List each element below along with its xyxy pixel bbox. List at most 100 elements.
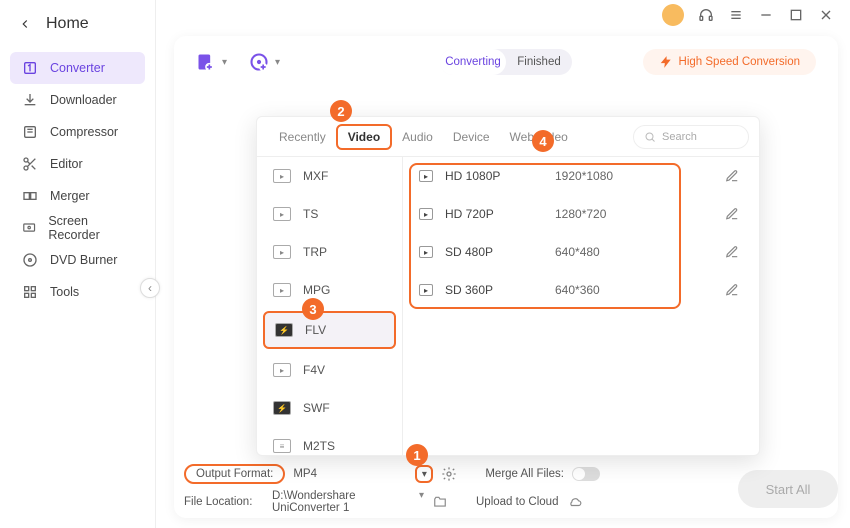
sidebar-item-merger[interactable]: Merger [0, 180, 155, 212]
sidebar-item-label: Tools [50, 285, 79, 299]
maximize-icon[interactable] [788, 7, 804, 23]
play-icon: ▸ [419, 170, 433, 182]
folder-icon[interactable] [432, 495, 448, 509]
file-location-value: D:\Wondershare UniConverter 1 [272, 490, 419, 514]
sidebar-item-downloader[interactable]: Downloader [0, 84, 155, 116]
format-item-mpg[interactable]: ▸ MPG [257, 271, 402, 309]
callout-badge-1: 1 [406, 444, 428, 466]
resolution-item[interactable]: ▸ SD 480P 640*480 [403, 233, 759, 271]
edit-icon[interactable] [725, 207, 739, 221]
file-icon: ▸ [273, 363, 291, 377]
tab-video[interactable]: Video [336, 124, 392, 150]
sidebar-item-label: Screen Recorder [48, 214, 133, 242]
add-file-dropdown[interactable]: ▾ [222, 57, 227, 68]
headset-icon[interactable] [698, 7, 714, 23]
tab-converting[interactable]: Converting [440, 49, 506, 75]
high-speed-button[interactable]: High Speed Conversion [643, 49, 816, 75]
toolbar: ▾ ▾ Converting Finished High Speed Conve… [174, 36, 838, 88]
file-location-dropdown[interactable]: D:\Wondershare UniConverter 1 ▾ [272, 490, 424, 515]
format-item-trp[interactable]: ▸ TRP [257, 233, 402, 271]
cloud-icon[interactable] [566, 495, 584, 509]
popup-tabs: Recently Video Audio Device Web Video Se… [257, 117, 759, 157]
format-item-ts[interactable]: ▸TS [257, 195, 402, 233]
format-item-flv[interactable]: ⚡FLV [263, 311, 396, 349]
format-item-m2ts[interactable]: ≡M2TS [257, 427, 402, 457]
play-icon: ▸ [419, 246, 433, 258]
file-location-label: File Location: [184, 496, 264, 508]
resolution-item[interactable]: ▸ HD 1080P 1920*1080 [403, 157, 759, 195]
file-icon: ▸ [273, 169, 291, 183]
format-list[interactable]: ▸ MXF ▸TS ▸ TRP ▸ MPG ⚡FLV ▸ F4V ⚡SWF ≡M2TS [257, 157, 403, 457]
back-icon [18, 17, 32, 31]
tab-audio[interactable]: Audio [392, 126, 443, 148]
tab-finished[interactable]: Finished [506, 49, 572, 75]
add-dvd-dropdown[interactable]: ▾ [275, 57, 280, 68]
callout-badge-3: 3 [302, 298, 324, 320]
add-file-icon[interactable] [196, 52, 216, 72]
output-format-dropdown[interactable]: MP4 ▾ [293, 465, 433, 483]
callout-badge-2: 2 [330, 100, 352, 122]
resolution-name: SD 480P [445, 245, 555, 259]
sidebar-item-label: Converter [50, 61, 105, 75]
resolution-name: SD 360P [445, 283, 555, 297]
play-icon: ▸ [419, 208, 433, 220]
edit-icon[interactable] [725, 245, 739, 259]
play-icon: ▸ [419, 284, 433, 296]
resolution-item[interactable]: ▸ SD 360P 640*360 [403, 271, 759, 309]
search-input[interactable]: Search [633, 125, 749, 149]
search-placeholder: Search [662, 131, 697, 143]
tab-recently[interactable]: Recently [269, 126, 336, 148]
format-item-swf[interactable]: ⚡SWF [257, 389, 402, 427]
home-button[interactable]: Home [0, 0, 155, 48]
sidebar: Home Converter Downloader Compressor Edi… [0, 0, 156, 528]
format-item-f4v[interactable]: ▸ F4V [257, 351, 402, 389]
grid-icon [22, 284, 38, 300]
file-icon: ▸ [273, 245, 291, 259]
start-all-button[interactable]: Start All [738, 470, 838, 508]
chevron-down-icon: ▾ [419, 490, 424, 514]
edit-icon[interactable] [725, 169, 739, 183]
resolution-name: HD 720P [445, 207, 555, 221]
format-item-mxf[interactable]: ▸ MXF [257, 157, 402, 195]
merge-toggle[interactable] [572, 467, 600, 481]
output-format-label: Output Format: [184, 464, 285, 484]
format-label: MXF [303, 169, 328, 183]
resolution-list: ▸ HD 1080P 1920*1080 ▸ HD 720P 1280*720 … [403, 157, 759, 457]
sidebar-item-label: Merger [50, 189, 90, 203]
format-label: MPG [303, 283, 330, 297]
resolution-dim: 1920*1080 [555, 169, 613, 183]
gear-icon[interactable] [441, 466, 457, 482]
output-format-value: MP4 [293, 468, 317, 480]
format-label: TRP [303, 245, 327, 259]
format-label: F4V [303, 363, 325, 377]
minimize-icon[interactable] [758, 7, 774, 23]
high-speed-label: High Speed Conversion [679, 56, 800, 68]
sidebar-item-screen-recorder[interactable]: Screen Recorder [0, 212, 155, 244]
sidebar-item-label: Compressor [50, 125, 118, 139]
resolution-item[interactable]: ▸ HD 720P 1280*720 [403, 195, 759, 233]
scissors-icon [22, 156, 38, 172]
avatar[interactable] [662, 4, 684, 26]
edit-icon[interactable] [725, 283, 739, 297]
upload-label: Upload to Cloud [476, 496, 558, 508]
add-dvd-icon[interactable] [249, 52, 269, 72]
sidebar-item-tools[interactable]: Tools [0, 276, 155, 308]
close-icon[interactable] [818, 7, 834, 23]
collapse-handle[interactable]: ‹ [140, 278, 160, 298]
file-icon: ▸ [273, 283, 291, 297]
sidebar-item-converter[interactable]: Converter [10, 52, 145, 84]
sidebar-item-editor[interactable]: Editor [0, 148, 155, 180]
sidebar-item-dvd-burner[interactable]: DVD Burner [0, 244, 155, 276]
sidebar-item-compressor[interactable]: Compressor [0, 116, 155, 148]
menu-icon[interactable] [728, 7, 744, 23]
callout-badge-4: 4 [532, 130, 554, 152]
status-segmented: Converting Finished [440, 49, 572, 75]
chevron-down-icon[interactable]: ▾ [415, 465, 433, 483]
merger-icon [22, 188, 38, 204]
resolution-dim: 640*360 [555, 283, 600, 297]
compressor-icon [22, 124, 38, 140]
tab-device[interactable]: Device [443, 126, 500, 148]
file-icon: ≡ [273, 439, 291, 453]
resolution-dim: 640*480 [555, 245, 600, 259]
bolt-icon [659, 55, 673, 69]
